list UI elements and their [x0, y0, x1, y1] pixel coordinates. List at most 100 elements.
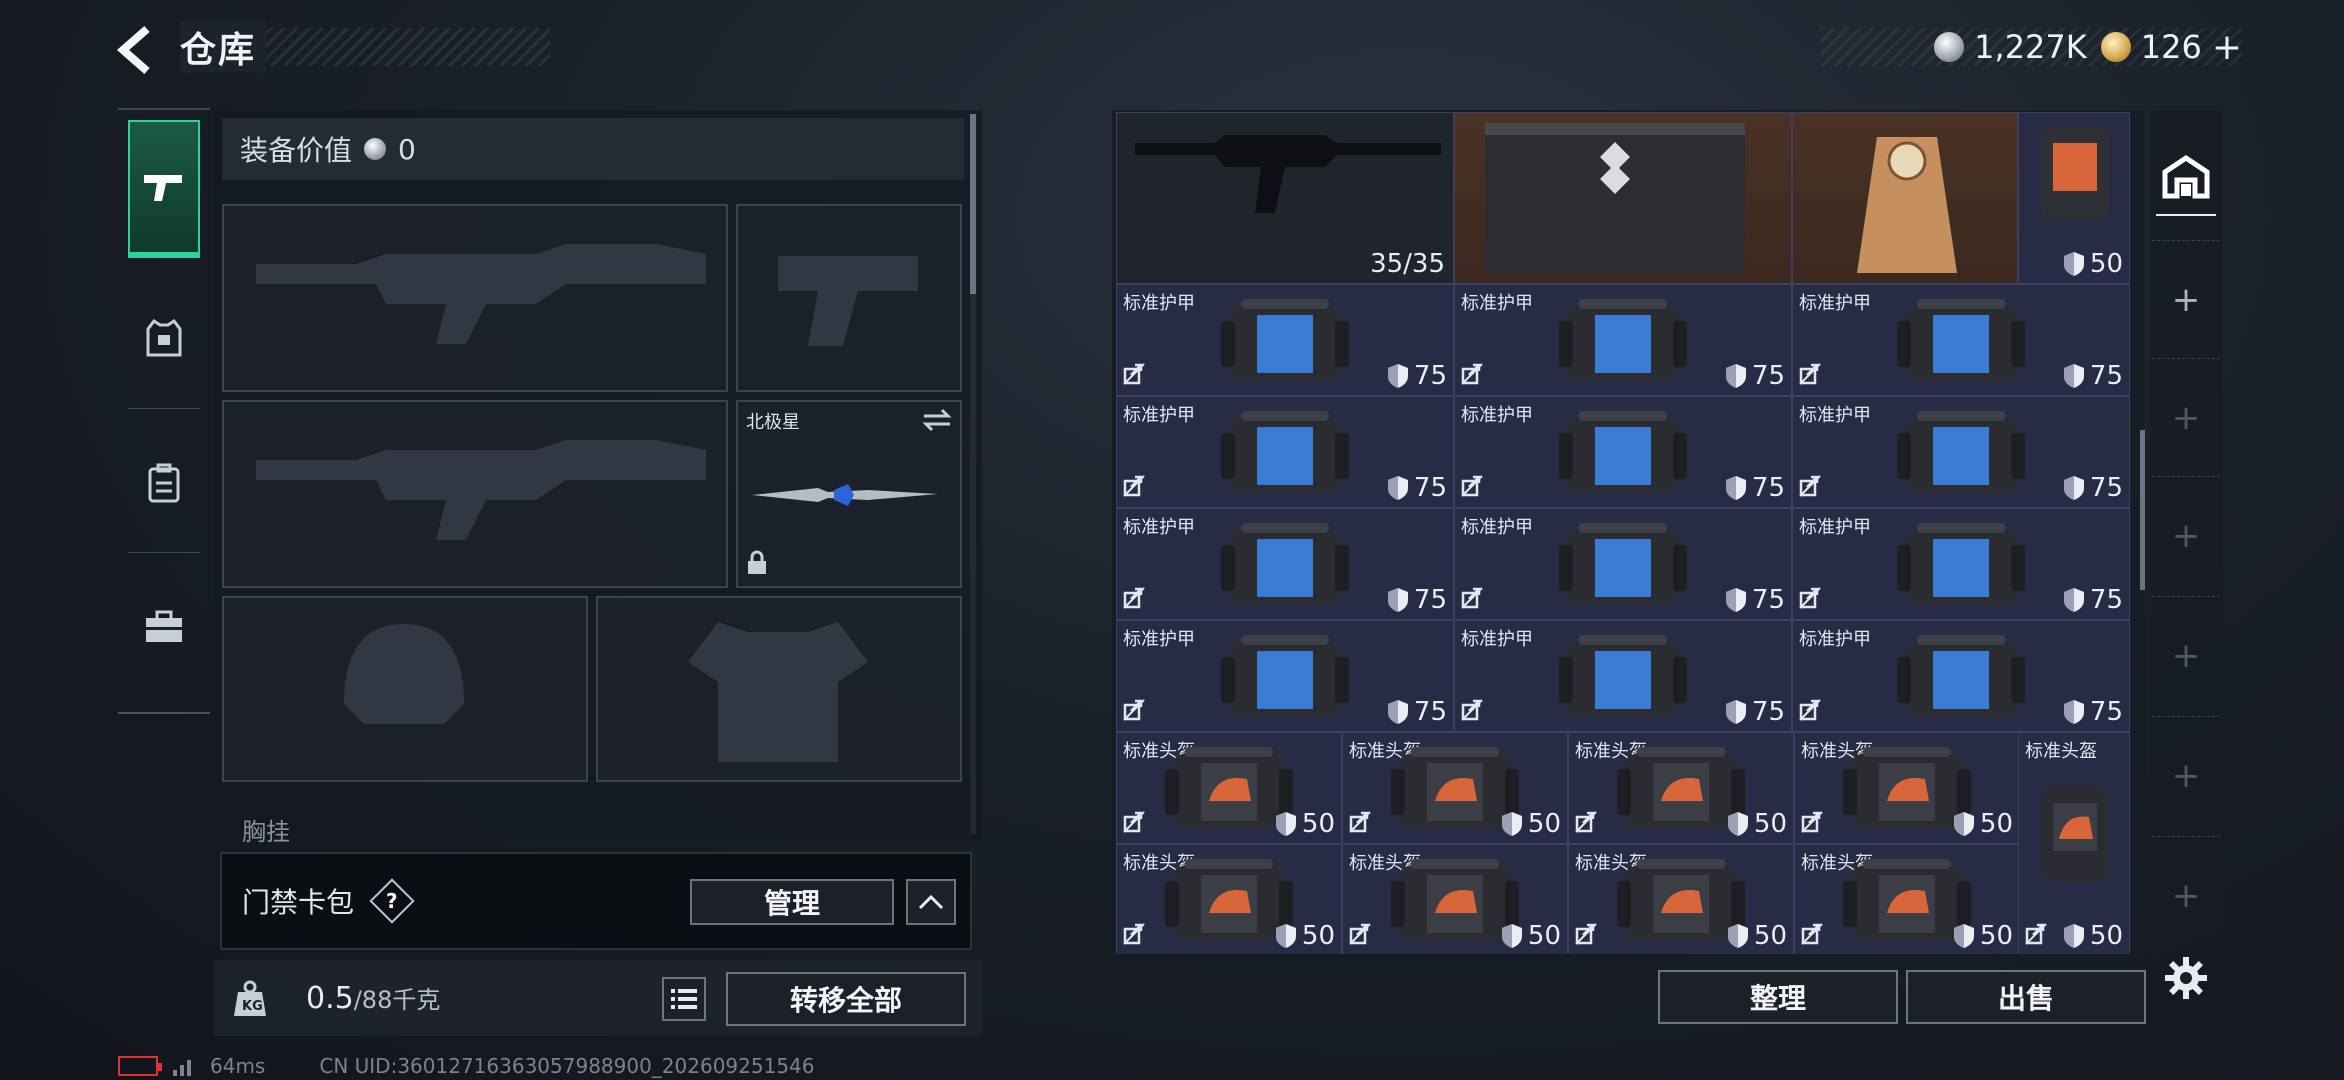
grid-item-armor[interactable]: 标准护甲 75: [1792, 620, 2130, 732]
tab-armor[interactable]: [128, 270, 200, 408]
equipment-scrollbar[interactable]: [970, 114, 976, 294]
category-tabs: [118, 108, 210, 714]
grid-item-helmet[interactable]: 标准头盔 50: [1568, 732, 1794, 844]
grid-item-armor[interactable]: 标准护甲 75: [1792, 508, 2130, 620]
sidearm-slot[interactable]: [736, 204, 962, 392]
durability: 50: [1953, 921, 2013, 951]
shield-icon: [2063, 588, 2084, 612]
currency-bar: 1,227K 126 +: [1820, 27, 2242, 68]
locked-warehouse-page[interactable]: +: [2152, 596, 2220, 714]
grid-item-helmet[interactable]: 标准头盔 50: [1568, 844, 1794, 954]
grid-item-armor[interactable]: 标准护甲 75: [1116, 396, 1454, 508]
item-name: 标准头盔: [2025, 741, 2097, 762]
page-title-bar: 仓库: [180, 21, 550, 73]
grid-item-armor[interactable]: 标准护甲 75: [1454, 396, 1792, 508]
tab-case[interactable]: [128, 558, 200, 696]
gold-currency[interactable]: 126 +: [2100, 27, 2242, 68]
locked-warehouse-page[interactable]: +: [2152, 476, 2220, 594]
helmet-item-icon: [1391, 859, 1519, 941]
locked-warehouse-page[interactable]: +: [2152, 836, 2220, 954]
status-bar: 64ms CN UID:36012716363057988900_2026092…: [118, 1054, 815, 1078]
item-name: 标准护甲: [1799, 629, 1871, 650]
collapse-button[interactable]: [906, 879, 956, 925]
grid-item-armor[interactable]: 标准护甲 75: [1116, 620, 1454, 732]
tab-backpack[interactable]: [128, 414, 200, 552]
grid-item-armor[interactable]: 标准护甲 75: [1116, 508, 1454, 620]
durability: 50: [1275, 809, 1335, 839]
durability-value: 75: [2089, 585, 2123, 615]
grid-item-case[interactable]: [1454, 112, 1792, 284]
grid-item-helmet[interactable]: 标准头盔 50: [1342, 844, 1568, 954]
plus-icon: +: [2171, 515, 2201, 556]
armor-item-icon: [1221, 299, 1349, 381]
unbound-icon: [1123, 587, 1145, 613]
primary-weapon-slot-2[interactable]: [222, 400, 728, 588]
grid-item-armor[interactable]: 标准护甲 75: [1792, 396, 2130, 508]
grid-item-helmet[interactable]: 标准头盔 50: [1116, 844, 1342, 954]
locked-warehouse-page[interactable]: +: [2152, 716, 2220, 834]
grid-item-armor[interactable]: 标准护甲 75: [1454, 508, 1792, 620]
shield-icon: [1387, 364, 1408, 388]
helmet-slot[interactable]: [222, 596, 588, 782]
knife-icon: [752, 484, 938, 506]
grid-item-helmet[interactable]: 标准头盔 50: [1794, 732, 2020, 844]
shield-icon: [1725, 588, 1746, 612]
item-name: 标准护甲: [1799, 293, 1871, 314]
grid-item-helmet[interactable]: 标准头盔 50: [1116, 732, 1342, 844]
armor-item-icon: [1221, 411, 1349, 493]
unbound-icon: [1349, 923, 1371, 949]
sell-button[interactable]: 出售: [1906, 970, 2146, 1024]
transfer-all-button[interactable]: 转移全部: [726, 972, 966, 1026]
shield-icon: [2063, 252, 2084, 276]
unbound-icon: [1461, 699, 1483, 725]
tab-weapons[interactable]: [128, 120, 200, 258]
helmet-silhouette-icon: [344, 624, 464, 724]
melee-slot[interactable]: 北极星: [736, 400, 962, 588]
warehouse-scrollbar[interactable]: [2140, 430, 2145, 590]
shield-icon: [2063, 364, 2084, 388]
grid-item-armor[interactable]: 标准护甲 75: [1454, 620, 1792, 732]
unbound-icon: [1575, 923, 1597, 949]
grid-item-helmet-tall[interactable]: 标准头盔 50: [2018, 732, 2130, 954]
durability-value: 50: [1979, 809, 2013, 839]
weight-current: 0.5: [306, 981, 354, 1016]
helmet-item-icon: [2041, 785, 2109, 881]
sort-button[interactable]: 整理: [1658, 970, 1898, 1024]
warehouse-page-main[interactable]: [2156, 140, 2216, 216]
swap-icon[interactable]: [922, 408, 952, 436]
grid-item-armor[interactable]: 标准护甲 75: [1454, 284, 1792, 396]
grid-item-helmet[interactable]: 标准头盔 50: [1342, 732, 1568, 844]
durability: 75: [1725, 585, 1785, 615]
add-currency-button[interactable]: +: [2212, 27, 2242, 68]
grid-item-smg[interactable]: 35/35: [1116, 112, 1454, 284]
gear-icon: [2165, 957, 2207, 999]
help-button[interactable]: ?: [369, 878, 415, 924]
grid-item-armor[interactable]: 标准护甲 75: [1792, 284, 2130, 396]
settings-button[interactable]: [2158, 950, 2214, 1006]
durability-value: 50: [1301, 921, 1335, 951]
add-warehouse-page[interactable]: +: [2152, 240, 2220, 358]
durability-value: 75: [2089, 697, 2123, 727]
list-view-button[interactable]: [662, 977, 706, 1021]
manage-button[interactable]: 管理: [690, 879, 894, 925]
body-armor-slot[interactable]: [596, 596, 962, 782]
grid-item-helmet-top[interactable]: 50: [2018, 112, 2130, 284]
page-title: 仓库: [180, 21, 267, 73]
primary-weapon-slot-1[interactable]: [222, 204, 728, 392]
grid-item-armor[interactable]: 标准护甲 75: [1116, 284, 1454, 396]
durability-value: 50: [1301, 809, 1335, 839]
locked-warehouse-page[interactable]: +: [2152, 358, 2220, 476]
silver-currency[interactable]: 1,227K: [1934, 28, 2087, 66]
item-name: 标准护甲: [1461, 629, 1533, 650]
durability-value: 50: [2089, 921, 2123, 951]
item-name: 标准护甲: [1123, 629, 1195, 650]
shield-icon: [1725, 700, 1746, 724]
unbound-icon: [1123, 923, 1145, 949]
shield-icon: [1275, 812, 1296, 836]
grid-item-artifact[interactable]: [1792, 112, 2018, 284]
shield-icon: [1501, 812, 1522, 836]
grid-item-helmet[interactable]: 标准头盔 50: [1794, 844, 2020, 954]
back-button[interactable]: [112, 20, 162, 80]
armor-item-icon: [1559, 411, 1687, 493]
durability-value: 50: [2089, 249, 2123, 279]
